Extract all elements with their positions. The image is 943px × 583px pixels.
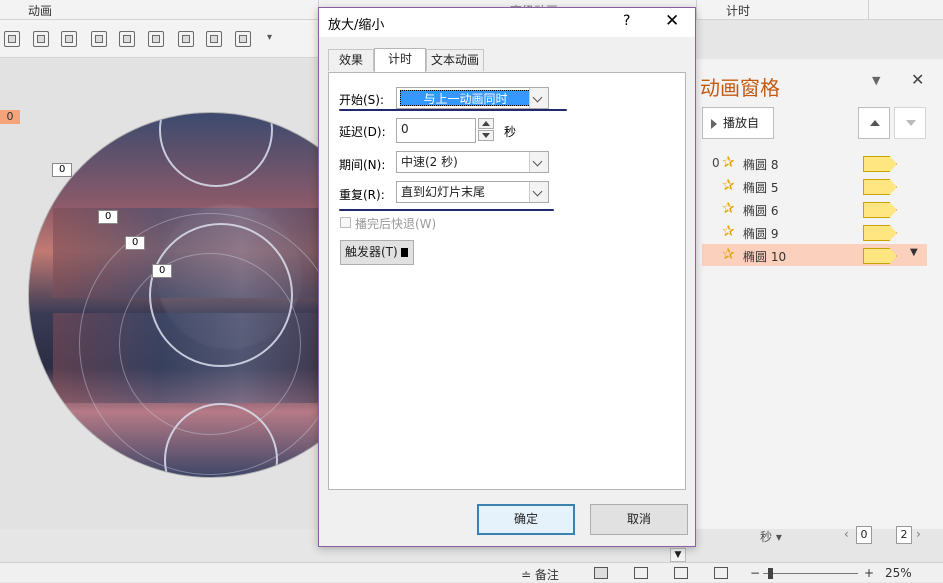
guide-circle — [119, 253, 301, 435]
seconds-dropdown[interactable]: 秒 ▾ — [760, 528, 782, 545]
zoom-effect-dialog: 放大/缩小 ? ✕ 效果 计时 文本动画 开始(S): 与上一动画同时 延迟(D… — [318, 7, 696, 547]
tab-timing[interactable]: 计时 — [726, 2, 750, 19]
animation-tag[interactable]: 0 — [125, 236, 146, 250]
duration-label: 期间(N): — [339, 158, 386, 172]
chevron-down-icon[interactable] — [529, 88, 548, 108]
close-icon[interactable]: ✕ — [665, 11, 679, 31]
timeline-bar[interactable] — [863, 248, 897, 264]
align-toolbar: ▾ — [0, 20, 318, 58]
trigger-button[interactable]: 触发器(T) — [340, 240, 414, 265]
start-select[interactable]: 与上一动画同时 — [396, 87, 549, 109]
animation-list-item[interactable]: ✰ 椭圆 6 — [702, 198, 927, 220]
delay-input[interactable]: 0 — [396, 118, 476, 143]
status-bar: ≐ 备注 − + 25% — [0, 562, 943, 582]
send-backward-icon[interactable] — [119, 31, 135, 47]
zoom-effect-star-icon: ✰ — [722, 245, 735, 263]
zoom-effect-star-icon: ✰ — [722, 222, 735, 240]
animation-list-item[interactable]: ✰ 椭圆 5 — [702, 175, 927, 197]
align-middle-icon[interactable] — [235, 31, 251, 47]
rewind-label: 播完后快退(W) — [355, 217, 437, 231]
cancel-button[interactable]: 取消 — [590, 504, 688, 535]
slide-number-badge: 0 — [0, 110, 20, 124]
duration-select[interactable]: 中速(2 秒) — [396, 151, 549, 173]
caret-down-icon — [482, 133, 490, 138]
move-up-button[interactable] — [858, 107, 890, 139]
animation-list-item[interactable]: 0 ✰ 椭圆 8 — [702, 152, 927, 174]
tab-effect[interactable]: 效果 — [328, 49, 374, 71]
zoom-effect-star-icon: ✰ — [722, 153, 735, 171]
start-label: 开始(S): — [339, 93, 385, 107]
dialog-title: 放大/缩小 — [328, 18, 385, 33]
pager-start[interactable]: 0 — [856, 526, 872, 544]
trigger-expand-icon — [401, 248, 408, 257]
animation-tag[interactable]: 0 — [152, 264, 173, 278]
pane-close-icon[interactable]: ✕ — [911, 70, 924, 89]
zoom-level[interactable]: 25% — [885, 566, 912, 580]
bring-forward-icon[interactable] — [91, 31, 107, 47]
pane-menu-chevron-icon[interactable]: ▼ — [872, 74, 880, 87]
ungroup-icon[interactable] — [61, 31, 77, 47]
arrow-down-icon — [906, 120, 916, 126]
scroll-down-icon[interactable]: ▼ — [670, 548, 686, 562]
play-from-button[interactable]: 播放自 — [702, 107, 774, 139]
pager-next-icon[interactable]: › — [916, 527, 921, 541]
tab-text-animation[interactable]: 文本动画 — [426, 49, 484, 71]
ok-button[interactable]: 确定 — [477, 504, 575, 535]
arrow-up-icon — [870, 120, 880, 126]
align-center-icon[interactable] — [206, 31, 222, 47]
reading-view-icon[interactable] — [674, 567, 688, 579]
caret-up-icon — [482, 121, 490, 126]
help-icon[interactable]: ? — [623, 13, 630, 29]
play-icon — [711, 118, 717, 129]
animation-tag[interactable]: 0 — [52, 163, 73, 177]
animation-list-item-selected[interactable]: ✰ 椭圆 10 ▼ — [702, 244, 927, 266]
tab-timing[interactable]: 计时 — [374, 48, 426, 72]
annotation-underline — [339, 209, 554, 211]
slideshow-icon[interactable] — [714, 567, 728, 579]
zoom-out-icon[interactable]: − — [750, 566, 760, 580]
chevron-down-icon[interactable] — [529, 152, 548, 172]
chevron-down-icon[interactable] — [529, 182, 548, 202]
ferris-wheel — [159, 113, 273, 187]
repeat-label: 重复(R): — [339, 188, 385, 202]
notes-button[interactable]: ≐ 备注 — [521, 566, 559, 583]
zoom-slider-thumb[interactable] — [768, 568, 773, 579]
zoom-effect-star-icon: ✰ — [722, 176, 735, 194]
timeline-bar[interactable] — [863, 202, 897, 218]
slide-sorter-icon[interactable] — [634, 567, 648, 579]
distribute-icon[interactable] — [178, 31, 194, 47]
align-left-icon[interactable] — [4, 31, 20, 47]
item-dropdown-icon[interactable]: ▼ — [910, 247, 918, 258]
pane-title: 动画窗格 — [700, 76, 780, 100]
delay-unit: 秒 — [504, 125, 517, 139]
annotation-underline — [339, 109, 567, 111]
selection-frame-icon[interactable] — [148, 31, 164, 47]
normal-view-icon[interactable] — [594, 567, 608, 579]
delay-label: 延迟(D): — [339, 125, 386, 139]
delay-spin-down[interactable] — [478, 130, 494, 141]
more-chevron-icon[interactable]: ▾ — [267, 32, 272, 43]
delay-spin-up[interactable] — [478, 118, 494, 129]
tab-animation[interactable]: 动画 — [28, 2, 52, 19]
timeline-bar[interactable] — [863, 179, 897, 195]
zoom-slider[interactable] — [763, 573, 858, 574]
start-select-value: 与上一动画同时 — [400, 90, 531, 106]
move-down-button[interactable] — [894, 107, 926, 139]
group-icon[interactable] — [33, 31, 49, 47]
zoom-effect-star-icon: ✰ — [722, 199, 735, 217]
timeline-bar[interactable] — [863, 225, 897, 241]
pager-end[interactable]: 2 — [896, 526, 912, 544]
timeline-bar[interactable] — [863, 156, 897, 172]
animation-tag[interactable]: 0 — [98, 210, 119, 224]
animation-list-item[interactable]: ✰ 椭圆 9 — [702, 221, 927, 243]
pager-prev-icon[interactable]: ‹ — [844, 527, 849, 541]
rewind-checkbox[interactable] — [340, 217, 351, 228]
repeat-select[interactable]: 直到幻灯片末尾 — [396, 181, 549, 203]
zoom-in-icon[interactable]: + — [864, 566, 874, 580]
